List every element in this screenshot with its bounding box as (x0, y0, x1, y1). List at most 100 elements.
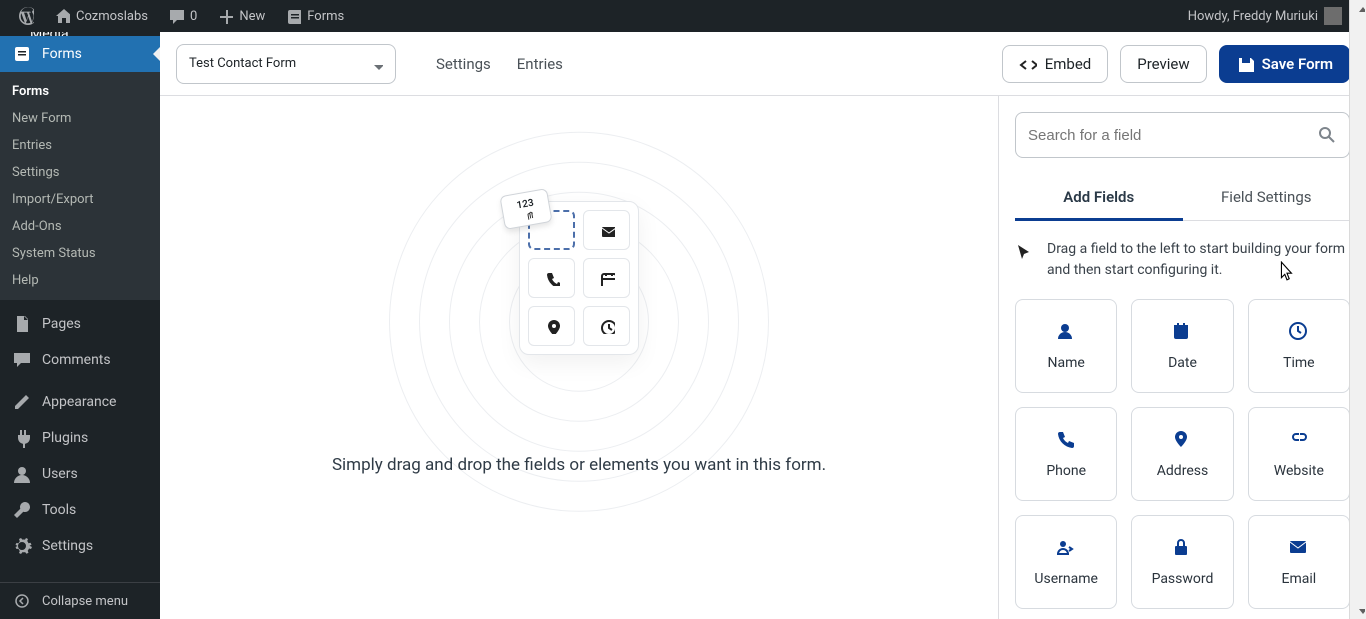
chevron-down-icon (369, 57, 383, 71)
collapse-menu[interactable]: Collapse menu (0, 582, 160, 619)
admin-sidebar: Media Forms Forms New Form Entries Setti… (0, 32, 160, 619)
field-card-phone[interactable]: Phone (1015, 407, 1117, 501)
submenu-settings[interactable]: Settings (0, 159, 160, 186)
howdy-text: Howdy, Freddy Muriuki (1188, 9, 1318, 24)
submenu-new-form[interactable]: New Form (0, 105, 160, 132)
field-card-time[interactable]: Time (1248, 299, 1350, 393)
avatar (1324, 7, 1342, 25)
field-label: Time (1283, 355, 1314, 371)
hint-text: Drag a field to the left to start buildi… (1047, 239, 1350, 281)
field-card-password[interactable]: Password (1131, 515, 1233, 609)
fields-grid: Name Date Time Phone (1015, 299, 1350, 609)
form-name: Test Contact Form (189, 56, 296, 71)
new-label: New (239, 9, 265, 24)
form-canvas[interactable]: 123 Simply drag and drop the fields or e… (160, 96, 998, 619)
field-label: Date (1168, 355, 1197, 371)
submenu-help[interactable]: Help (0, 267, 160, 294)
field-label: Address (1157, 463, 1208, 479)
home-icon (54, 8, 70, 24)
submenu-forms: Forms New Form Entries Settings Import/E… (0, 72, 160, 300)
menu-label: Pages (42, 316, 81, 332)
field-card-email[interactable]: Email (1248, 515, 1350, 609)
preview-button[interactable]: Preview (1120, 45, 1206, 83)
submenu-import-export[interactable]: Import/Export (0, 186, 160, 213)
wordpress-icon (18, 8, 34, 24)
search-icon (1317, 125, 1337, 145)
canvas-empty-text: Simply drag and drop the fields or eleme… (332, 455, 826, 475)
menu-label: Settings (42, 538, 93, 554)
pointer-icon (1015, 243, 1031, 259)
app-content: Test Contact Form Settings Entries Embed… (160, 32, 1366, 619)
mini-pin-icon (528, 306, 575, 346)
toolbar-settings-link[interactable]: Settings (436, 55, 491, 73)
menu-label: Comments (42, 352, 111, 368)
site-name-menu[interactable]: Cozmoslabs (44, 0, 158, 32)
button-label: Embed (1045, 55, 1092, 73)
scroll-up-icon[interactable] (1352, 2, 1365, 15)
menu-appearance[interactable]: Appearance (0, 384, 160, 420)
forms-menu[interactable]: Forms (275, 0, 354, 32)
toolbar-entries-link[interactable]: Entries (517, 55, 563, 73)
appearance-icon (12, 392, 32, 412)
button-label: Save Form (1262, 55, 1333, 73)
panel-tabs: Add Fields Field Settings (1015, 176, 1350, 221)
submenu-forms-forms[interactable]: Forms (0, 78, 160, 105)
button-label: Preview (1137, 55, 1189, 73)
tools-icon (12, 500, 32, 520)
menu-settings[interactable]: Settings (0, 528, 160, 564)
field-search[interactable] (1015, 112, 1350, 158)
mini-email-icon (583, 210, 630, 250)
comment-icon (168, 8, 184, 24)
field-card-address[interactable]: Address (1131, 407, 1233, 501)
admin-bar: Cozmoslabs 0 New Forms Howdy, Freddy Mur… (0, 0, 1366, 32)
users-icon (12, 464, 32, 484)
wp-logo-menu[interactable] (8, 0, 44, 32)
field-label: Phone (1046, 463, 1086, 479)
menu-comments[interactable]: Comments (0, 342, 160, 378)
field-card-name[interactable]: Name (1015, 299, 1117, 393)
window-scrollbar[interactable] (1349, 0, 1366, 619)
field-card-date[interactable]: Date (1131, 299, 1233, 393)
comments-menu[interactable]: 0 (158, 0, 207, 32)
save-form-button[interactable]: Save Form (1219, 45, 1350, 83)
submenu-add-ons[interactable]: Add-Ons (0, 213, 160, 240)
submenu-system-status[interactable]: System Status (0, 240, 160, 267)
submenu-entries[interactable]: Entries (0, 132, 160, 159)
mini-clock-icon (583, 306, 630, 346)
new-content-menu[interactable]: New (207, 0, 275, 32)
menu-label: Appearance (42, 394, 116, 410)
field-label: Password (1152, 571, 1214, 587)
fields-panel: Add Fields Field Settings Drag a field t… (998, 96, 1366, 619)
pages-icon (12, 314, 32, 334)
menu-pages[interactable]: Pages (0, 306, 160, 342)
collapse-label: Collapse menu (42, 594, 128, 609)
mini-phone-icon (528, 258, 575, 298)
tab-add-fields[interactable]: Add Fields (1015, 176, 1183, 221)
scroll-down-icon[interactable] (1352, 604, 1365, 617)
save-icon (1236, 55, 1254, 73)
settings-icon (12, 536, 32, 556)
menu-forms[interactable]: Forms (0, 36, 160, 72)
menu-label: Users (42, 466, 78, 482)
user-menu[interactable]: Howdy, Freddy Muriuki (1178, 0, 1358, 32)
field-card-username[interactable]: Username (1015, 515, 1117, 609)
code-icon (1019, 55, 1037, 73)
comment-icon (12, 350, 32, 370)
embed-button[interactable]: Embed (1002, 45, 1109, 83)
field-card-website[interactable]: Website (1248, 407, 1350, 501)
form-icon (285, 8, 301, 24)
menu-label: Plugins (42, 430, 88, 446)
collapse-icon (12, 591, 32, 611)
form-selector[interactable]: Test Contact Form (176, 44, 396, 84)
menu-users[interactable]: Users (0, 456, 160, 492)
tab-field-settings[interactable]: Field Settings (1183, 176, 1351, 220)
forms-label: Forms (307, 9, 344, 24)
comment-count: 0 (190, 9, 197, 24)
field-label: Username (1034, 571, 1098, 587)
mini-calendar-icon (583, 258, 630, 298)
menu-tools[interactable]: Tools (0, 492, 160, 528)
field-label: Name (1048, 355, 1085, 371)
menu-plugins[interactable]: Plugins (0, 420, 160, 456)
search-input[interactable] (1028, 127, 1317, 144)
menu-label: Forms (42, 46, 82, 62)
